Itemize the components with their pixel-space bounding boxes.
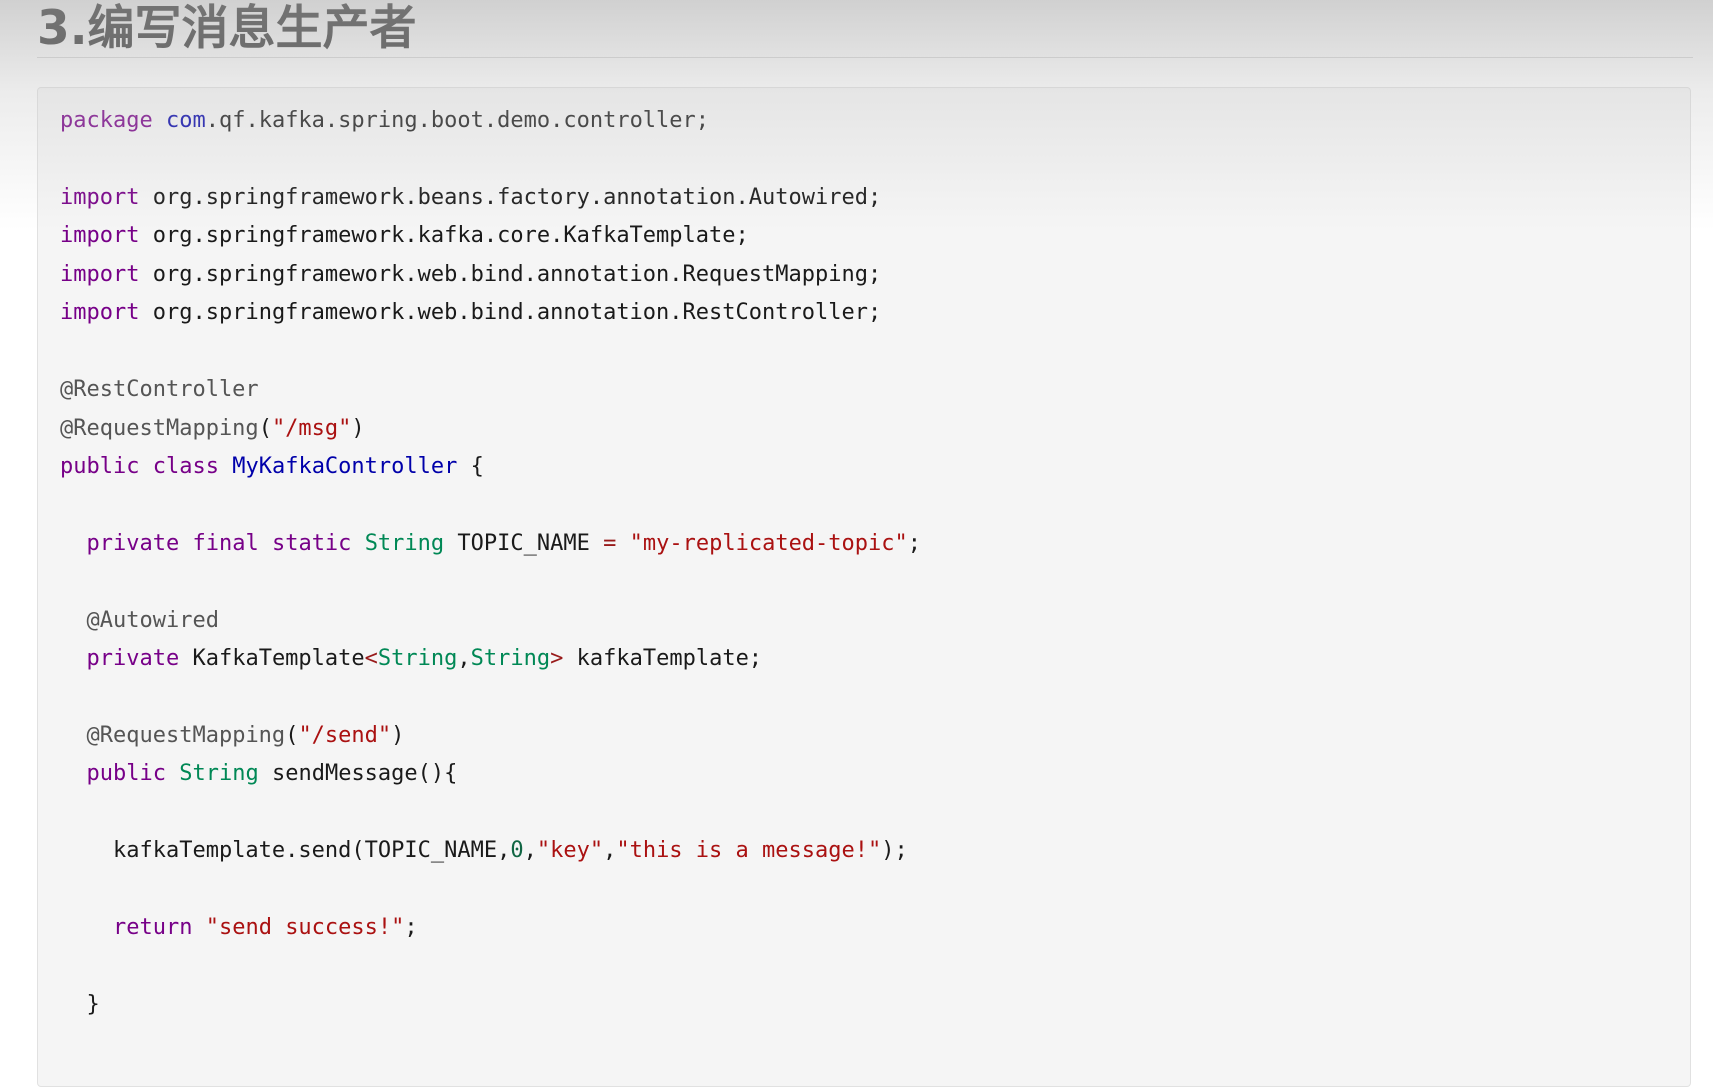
- annotation: @RestController: [60, 377, 259, 403]
- identifier: TOPIC_NAME: [457, 530, 590, 556]
- string-literal: "key": [536, 838, 604, 864]
- code-line-annotation: @Autowired: [60, 602, 921, 640]
- punctuation: ,: [603, 838, 617, 864]
- code-line-import: import org.springframework.web.bind.anno…: [60, 294, 921, 332]
- import-path: org.springframework.beans.factory.annota…: [152, 184, 882, 210]
- code-line-class-decl: public class MyKafkaController {: [60, 448, 921, 486]
- code-line-annotation: @RestController: [60, 371, 921, 409]
- heading-divider: [37, 57, 1693, 58]
- string-literal: "my-replicated-topic": [629, 530, 908, 556]
- code-line-field: private KafkaTemplate<String,String> kaf…: [60, 640, 921, 678]
- punctuation: (){: [417, 761, 458, 787]
- method-name: sendMessage: [271, 761, 418, 787]
- code-line-import: import org.springframework.kafka.core.Ka…: [60, 217, 921, 255]
- keyword: class: [152, 453, 219, 479]
- import-path: org.springframework.kafka.core.KafkaTemp…: [152, 223, 749, 249]
- keyword: import: [60, 261, 140, 287]
- code-line-import: import org.springframework.web.bind.anno…: [60, 256, 921, 294]
- identifier: kafkaTemplate;: [576, 646, 763, 672]
- keyword: private: [86, 646, 180, 672]
- operator: =: [603, 530, 617, 556]
- punctuation: ,: [457, 646, 471, 672]
- punctuation: }: [86, 992, 100, 1018]
- type-name: KafkaTemplate: [192, 646, 365, 672]
- punctuation: ): [351, 415, 365, 441]
- code-line-package: package com.qf.kafka.spring.boot.demo.co…: [60, 102, 921, 140]
- code-line-close-brace: }: [60, 986, 921, 1024]
- punctuation: ): [391, 723, 405, 748]
- keyword: private: [86, 530, 180, 556]
- punctuation: ;: [907, 530, 922, 556]
- code-line-method-decl: public String sendMessage(){: [60, 755, 921, 793]
- type-name: String: [377, 646, 458, 672]
- type-name: String: [470, 646, 551, 672]
- keyword: final: [192, 530, 259, 556]
- code-line-import: import org.springframework.beans.factory…: [60, 179, 921, 217]
- punctuation: (: [258, 415, 272, 441]
- punctuation: ;: [404, 915, 418, 941]
- keyword: return: [112, 915, 193, 941]
- punctuation: (: [285, 723, 299, 748]
- type-name: String: [364, 530, 445, 556]
- keyword: public: [86, 761, 166, 787]
- operator: <: [364, 646, 378, 672]
- number-literal: 0: [510, 838, 524, 864]
- keyword: static: [271, 530, 352, 556]
- punctuation: );: [881, 838, 908, 864]
- method-call: kafkaTemplate.send(TOPIC_NAME,: [112, 838, 511, 864]
- string-literal: "/msg": [271, 415, 352, 441]
- keyword: package: [60, 108, 153, 133]
- code-line-annotation: @RequestMapping("/msg"): [60, 410, 921, 448]
- keyword: import: [60, 184, 140, 210]
- annotation: @Autowired: [86, 607, 219, 633]
- keyword: public: [60, 453, 140, 479]
- string-literal: "this is a message!": [616, 838, 882, 864]
- code-line-annotation: @RequestMapping("/send"): [60, 717, 921, 755]
- code-line-return: return "send success!";: [60, 909, 921, 947]
- annotation: @RequestMapping: [86, 723, 286, 748]
- import-path: org.springframework.web.bind.annotation.…: [152, 300, 882, 326]
- operator: >: [550, 646, 564, 672]
- import-path: org.springframework.web.bind.annotation.…: [152, 261, 882, 287]
- code-line-statement: kafkaTemplate.send(TOPIC_NAME,0,"key","t…: [60, 832, 921, 870]
- annotation: @RequestMapping: [60, 415, 259, 441]
- string-literal: "/send": [298, 723, 392, 748]
- package-root: com: [165, 108, 206, 133]
- keyword: import: [60, 223, 140, 249]
- punctuation: ,: [523, 838, 537, 864]
- code-block: package com.qf.kafka.spring.boot.demo.co…: [37, 87, 1691, 1087]
- type-name: String: [179, 761, 259, 787]
- section-heading: 3.编写消息生产者: [37, 1, 417, 56]
- string-literal: "send success!": [205, 915, 405, 941]
- code-content: package com.qf.kafka.spring.boot.demo.co…: [60, 102, 921, 1025]
- code-line-field: private final static String TOPIC_NAME =…: [60, 525, 922, 563]
- keyword: import: [60, 300, 140, 326]
- package-path: .qf.kafka.spring.boot.demo.controller;: [205, 108, 710, 133]
- punctuation: {: [470, 453, 484, 479]
- class-name: MyKafkaController: [232, 453, 458, 479]
